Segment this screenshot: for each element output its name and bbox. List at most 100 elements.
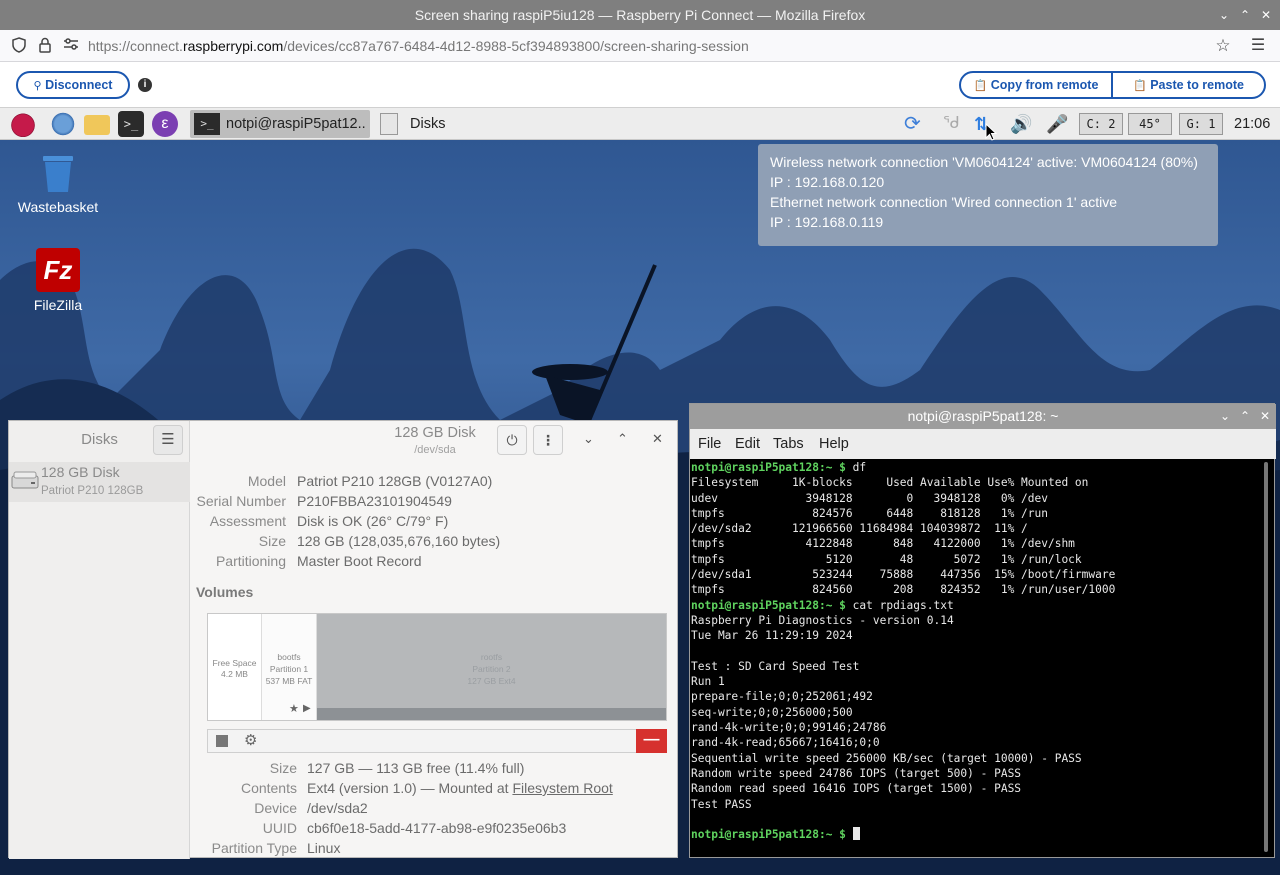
terminal-line: tmpfs 5120 48 5072 1% /run/lock (691, 552, 1261, 567)
info-icon[interactable]: i (138, 78, 152, 92)
paste-to-remote-button[interactable]: 📋 Paste to remote (1111, 71, 1266, 99)
maximize-icon[interactable]: ⌃ (1235, 0, 1255, 30)
menu-tabs[interactable]: Tabs (773, 436, 804, 452)
menu-icon[interactable]: ☰ (1249, 37, 1267, 55)
minimize-icon[interactable]: ⌄ (583, 431, 594, 447)
close-icon[interactable]: ✕ (1260, 404, 1270, 429)
info-value: cb6f0e18-5add-4177-ab98-e9f0235e06b3 (307, 820, 567, 836)
volume-map: Free Space 4.2 MB bootfs Partition 1 537… (207, 613, 667, 721)
raspberry-menu-icon[interactable] (10, 111, 36, 137)
bluetooth-icon[interactable]: ᖁ (943, 112, 960, 136)
maximize-icon[interactable]: ⌃ (1240, 404, 1250, 429)
maximize-icon[interactable]: ⌃ (617, 431, 628, 447)
info-value: Disk is OK (26° C/79° F) (297, 513, 449, 529)
clock[interactable]: 21:06 (1234, 108, 1270, 132)
filezilla-icon: Fz (36, 248, 80, 292)
terminal-text: tmpfs 5120 48 5072 1% /run/lock (691, 552, 1082, 566)
filesystem-root-link[interactable]: Filesystem Root (512, 780, 612, 796)
menu-edit[interactable]: Edit (735, 436, 760, 452)
file-manager-icon[interactable] (84, 115, 110, 135)
power-off-icon[interactable]: ⏻ (497, 425, 527, 455)
gpu-monitor[interactable]: G: 1 (1179, 113, 1223, 135)
task-terminal[interactable]: >_ notpi@raspiP5pat12.. (190, 110, 370, 138)
terminal-output[interactable]: notpi@raspiP5pat128:~ $ df Filesystem 1K-… (691, 460, 1261, 855)
shield-icon[interactable] (10, 37, 28, 55)
delete-partition-button[interactable]: — (636, 729, 667, 753)
temp-monitor[interactable]: 45° (1128, 113, 1172, 135)
volume-icon[interactable]: 🔊 (1010, 112, 1032, 136)
url-text[interactable]: https://connect.raspberrypi.com/devices/… (88, 30, 749, 62)
usage-bar (317, 708, 666, 720)
terminal-icon[interactable]: >_ (118, 111, 144, 137)
terminal-line: Sequential write speed 256000 KB/sec (ta… (691, 751, 1261, 766)
info-key: Model (247, 473, 286, 489)
mouse-cursor-icon (985, 123, 997, 141)
terminal-line: /dev/sda1 523244 75888 447356 15% /boot/… (691, 567, 1261, 582)
mathematica-icon[interactable]: ε (152, 111, 178, 137)
terminal-scrollbar[interactable] (1264, 462, 1268, 852)
segment-sub: Partition 1 (269, 664, 309, 674)
disconnect-label: Disconnect (45, 78, 113, 92)
menu-help[interactable]: Help (819, 436, 849, 452)
terminal-text: Test : SD Card Speed Test (691, 659, 860, 673)
terminal-text: cat rpdiags.txt (845, 598, 954, 612)
sync-icon[interactable]: ⟳ (904, 112, 921, 136)
play-icon: ▶ (303, 703, 311, 714)
cpu-monitor[interactable]: C: 2 (1079, 113, 1123, 135)
remote-screen[interactable]: >_ ε >_ notpi@raspiP5pat12.. Disks ⟳ ᖁ ⇅ … (0, 108, 1280, 875)
free-space-segment[interactable]: Free Space 4.2 MB (208, 614, 262, 720)
desktop-icon-label: Wastebasket (17, 199, 99, 215)
terminal-line: prepare-file;0;0;252061;492 (691, 689, 1261, 704)
menu-file[interactable]: File (698, 436, 721, 452)
bootfs-segment[interactable]: bootfs Partition 1 537 MB FAT ★ ▶ (262, 614, 317, 720)
close-icon[interactable]: ✕ (1256, 0, 1276, 30)
disconnect-icon: ⚲ (33, 80, 42, 92)
gear-icon[interactable]: ⚙ (244, 732, 257, 750)
terminal-line: seq-write;0;0;256000;500 (691, 705, 1261, 720)
filezilla-desktop-icon[interactable]: Fz FileZilla (13, 248, 103, 313)
bookmark-star-icon[interactable]: ☆ (1214, 37, 1232, 55)
info-value: P210FBBA23101904549 (297, 493, 452, 509)
trash-icon (43, 156, 73, 192)
task-label: notpi@raspiP5pat12.. (226, 116, 366, 132)
info-key: Partitioning (215, 553, 286, 569)
close-icon[interactable]: ✕ (652, 431, 663, 447)
permissions-icon[interactable] (62, 37, 80, 55)
terminal-text: Random write speed 24786 IOPS (target 50… (691, 766, 1022, 780)
terminal-line: Random write speed 24786 IOPS (target 50… (691, 766, 1261, 781)
terminal-text: udev 3948128 0 3948128 0% /dev (691, 491, 1048, 505)
disks-sidebar: Disks ☰ 128 GB Disk Patriot P210 128GB (9, 421, 190, 859)
minimize-icon[interactable]: ⌄ (1220, 404, 1230, 429)
terminal-line: rand-4k-write;0;0;99146;24786 (691, 720, 1261, 735)
disk-list-item[interactable]: 128 GB Disk Patriot P210 128GB (9, 462, 190, 502)
task-disks[interactable]: Disks (374, 110, 484, 138)
terminal-line: Tue Mar 26 11:29:19 2024 (691, 628, 1261, 643)
info-key: Device (254, 800, 297, 816)
network-tooltip: Wireless network connection 'VM0604124' … (758, 144, 1218, 246)
copy-from-remote-button[interactable]: 📋 Copy from remote (959, 71, 1113, 99)
pi-taskbar: >_ ε >_ notpi@raspiP5pat12.. Disks ⟳ ᖁ ⇅ … (0, 108, 1280, 140)
stop-icon[interactable] (216, 735, 228, 747)
info-value: Ext4 (version 1.0) — Mounted at Filesyst… (307, 780, 613, 796)
task-label: Disks (410, 116, 446, 132)
info-key: Serial Number (196, 493, 286, 509)
paste-label: Paste to remote (1150, 78, 1244, 92)
segment-size: 4.2 MB (221, 669, 248, 679)
terminal-line: Raspberry Pi Diagnostics - version 0.14 (691, 613, 1261, 628)
microphone-icon[interactable]: 🎤 (1046, 112, 1068, 136)
disconnect-button[interactable]: ⚲ Disconnect (16, 71, 130, 99)
browser-icon[interactable] (50, 111, 76, 137)
volumes-heading: Volumes (196, 584, 254, 600)
wastebasket-desktop-icon[interactable]: Wastebasket (13, 152, 103, 215)
rootfs-segment[interactable]: rootfs Partition 2 127 GB Ext4 (317, 614, 666, 720)
lock-icon[interactable] (36, 37, 54, 55)
drive-options-icon[interactable]: ⋮ (533, 425, 563, 455)
minimize-icon[interactable]: ⌄ (1214, 0, 1234, 30)
info-value: /dev/sda2 (307, 800, 368, 816)
terminal-title-bar: notpi@raspiP5pat128: ~ ⌄ ⌃ ✕ (690, 404, 1276, 429)
info-value: Master Boot Record (297, 553, 422, 569)
terminal-line: tmpfs 824576 6448 818128 1% /run (691, 506, 1261, 521)
hamburger-menu-icon[interactable]: ☰ (153, 425, 183, 455)
